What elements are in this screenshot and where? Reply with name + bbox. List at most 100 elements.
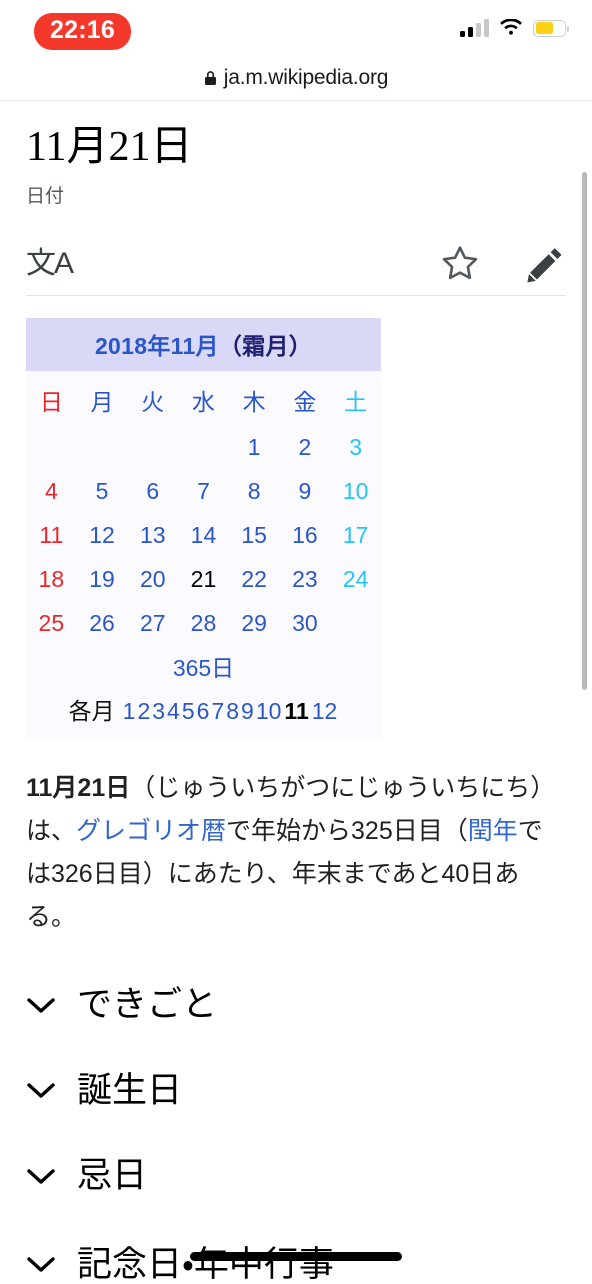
calendar-month-link-7[interactable]: 7 bbox=[211, 698, 224, 724]
calendar-day-17[interactable]: 17 bbox=[330, 514, 381, 558]
calendar-day-link-2[interactable]: 2 bbox=[298, 434, 311, 460]
calendar-day-14[interactable]: 14 bbox=[178, 514, 229, 558]
calendar-day-9[interactable]: 9 bbox=[280, 470, 331, 514]
section-label: 忌日 bbox=[77, 1156, 148, 1196]
calendar-day-link-16[interactable]: 16 bbox=[292, 522, 318, 548]
calendar-day-link-22[interactable]: 22 bbox=[241, 566, 267, 592]
calendar-day-link-26[interactable]: 26 bbox=[89, 610, 115, 636]
status-time-recording-pill[interactable]: 22:16 bbox=[34, 13, 131, 50]
calendar-day-29[interactable]: 29 bbox=[229, 602, 280, 646]
calendar-day-5[interactable]: 5 bbox=[77, 470, 128, 514]
calendar-day-19[interactable]: 19 bbox=[77, 558, 128, 602]
calendar-day-link-12[interactable]: 12 bbox=[89, 522, 115, 548]
calendar-day-link-24[interactable]: 24 bbox=[343, 566, 369, 592]
calendar-day-link-18[interactable]: 18 bbox=[39, 566, 65, 592]
home-indicator[interactable] bbox=[190, 1252, 402, 1261]
calendar-day-23[interactable]: 23 bbox=[280, 558, 331, 602]
calendar-day-link-7[interactable]: 7 bbox=[197, 478, 210, 504]
calendar-day-link-17[interactable]: 17 bbox=[343, 522, 369, 548]
calendar-day-11[interactable]: 11 bbox=[26, 514, 77, 558]
calendar-day-15[interactable]: 15 bbox=[229, 514, 280, 558]
calendar-day-6[interactable]: 6 bbox=[127, 470, 178, 514]
browser-url-bar[interactable]: ja.m.wikipedia.org bbox=[0, 55, 592, 101]
language-switch-icon[interactable]: 文A bbox=[26, 249, 74, 279]
calendar-day-link-13[interactable]: 13 bbox=[140, 522, 166, 548]
status-bar: 22:16 bbox=[0, 0, 592, 55]
calendar-day-link-8[interactable]: 8 bbox=[248, 478, 261, 504]
calendar-day-link-14[interactable]: 14 bbox=[191, 522, 217, 548]
calendar-day-link-25[interactable]: 25 bbox=[39, 610, 65, 636]
calendar-day-8[interactable]: 8 bbox=[229, 470, 280, 514]
calendar-grid: 日月火水木金土 1 2 3 4 5 6 7 8 9 10 11 12 13 14 15 16 17 18 19 20 2… bbox=[26, 375, 381, 646]
calendar-day-link-3[interactable]: 3 bbox=[349, 434, 362, 460]
calendar-weekday-5: 金 bbox=[293, 389, 317, 416]
calendar-week-row: 18 19 20 21 22 23 24 bbox=[26, 558, 381, 602]
calendar-day-link-30[interactable]: 30 bbox=[292, 610, 318, 636]
calendar-365-link[interactable]: 365日 bbox=[173, 655, 234, 681]
calendar-day-7[interactable]: 7 bbox=[178, 470, 229, 514]
section-header-2[interactable]: 忌日 bbox=[26, 1157, 566, 1196]
calendar-month-link-10[interactable]: 10 bbox=[256, 698, 282, 724]
calendar-day-16[interactable]: 16 bbox=[280, 514, 331, 558]
calendar-day-25[interactable]: 25 bbox=[26, 602, 77, 646]
calendar-day-link-9[interactable]: 9 bbox=[298, 478, 311, 504]
article-page: 11月21日 日付 文A 2018年11月（霜月） 日月火水木金土 123456… bbox=[0, 123, 592, 1284]
calendar-day-link-23[interactable]: 23 bbox=[292, 566, 318, 592]
calendar-day-21: 21 bbox=[190, 566, 217, 593]
page-actions-toolbar: 文A bbox=[26, 233, 566, 297]
calendar-day-1[interactable]: 1 bbox=[229, 426, 280, 470]
calendar-day-link-29[interactable]: 29 bbox=[241, 610, 267, 636]
calendar-month-link-12[interactable]: 12 bbox=[312, 698, 338, 724]
calendar-day-10[interactable]: 10 bbox=[330, 470, 381, 514]
calendar-day-link-27[interactable]: 27 bbox=[140, 610, 166, 636]
calendar-day-link-20[interactable]: 20 bbox=[140, 566, 166, 592]
calendar-day-link-4[interactable]: 4 bbox=[45, 478, 58, 504]
calendar-day-26[interactable]: 26 bbox=[77, 602, 128, 646]
calendar-footer: 365日 bbox=[26, 646, 381, 685]
calendar-day-link-28[interactable]: 28 bbox=[191, 610, 217, 636]
calendar-weekday-3: 水 bbox=[191, 389, 215, 416]
calendar-day-24[interactable]: 24 bbox=[330, 558, 381, 602]
calendar-month-link-2[interactable]: 2 bbox=[137, 698, 150, 724]
calendar-month-link-6[interactable]: 6 bbox=[197, 698, 210, 724]
calendar-day-link-11[interactable]: 11 bbox=[39, 522, 63, 548]
calendar-day-28[interactable]: 28 bbox=[178, 602, 229, 646]
calendar-weekday-row: 日月火水木金土 bbox=[26, 375, 381, 426]
calendar-day-link-10[interactable]: 10 bbox=[343, 478, 369, 504]
pencil-icon[interactable] bbox=[526, 245, 566, 283]
calendar-day-link-15[interactable]: 15 bbox=[241, 522, 267, 548]
calendar-day-30[interactable]: 30 bbox=[280, 602, 331, 646]
calendar-day-2[interactable]: 2 bbox=[280, 426, 331, 470]
calendar-month-link-4[interactable]: 4 bbox=[167, 698, 180, 724]
calendar-week-row: 11 12 13 14 15 16 17 bbox=[26, 514, 381, 558]
calendar-month-link-1[interactable]: 1 bbox=[123, 698, 136, 724]
star-outline-icon[interactable] bbox=[440, 245, 480, 283]
battery-icon bbox=[533, 19, 569, 37]
section-header-0[interactable]: できごと bbox=[26, 986, 566, 1025]
calendar-day-link-6[interactable]: 6 bbox=[146, 478, 159, 504]
calendar-day-link-19[interactable]: 19 bbox=[89, 566, 115, 592]
calendar-day-4[interactable]: 4 bbox=[26, 470, 77, 514]
url-host-text: ja.m.wikipedia.org bbox=[223, 65, 389, 89]
calendar-day-12[interactable]: 12 bbox=[77, 514, 128, 558]
calendar-year-link[interactable]: 2018年 bbox=[95, 333, 171, 359]
link-gregorian-calendar[interactable]: グレゴリオ暦 bbox=[76, 817, 226, 845]
calendar-day-3[interactable]: 3 bbox=[330, 426, 381, 470]
calendar-month-link-5[interactable]: 5 bbox=[182, 698, 195, 724]
calendar-day-link-1[interactable]: 1 bbox=[248, 434, 261, 460]
calendar-day-13[interactable]: 13 bbox=[127, 514, 178, 558]
calendar-day-link-5[interactable]: 5 bbox=[96, 478, 109, 504]
calendar-month-link-9[interactable]: 9 bbox=[241, 698, 254, 724]
calendar-day-20[interactable]: 20 bbox=[127, 558, 178, 602]
calendar-header: 2018年11月（霜月） bbox=[26, 318, 381, 372]
calendar-month-link[interactable]: 11月 bbox=[171, 333, 219, 359]
link-leap-year[interactable]: 閏年 bbox=[468, 817, 518, 845]
calendar-week-row: 4 5 6 7 8 9 10 bbox=[26, 470, 381, 514]
page-scrollbar[interactable] bbox=[582, 172, 587, 690]
section-header-1[interactable]: 誕生日 bbox=[26, 1071, 566, 1111]
calendar-day-18[interactable]: 18 bbox=[26, 558, 77, 602]
calendar-day-27[interactable]: 27 bbox=[127, 602, 178, 646]
calendar-month-link-3[interactable]: 3 bbox=[152, 698, 165, 724]
calendar-day-22[interactable]: 22 bbox=[229, 558, 280, 602]
calendar-month-link-8[interactable]: 8 bbox=[226, 698, 239, 724]
